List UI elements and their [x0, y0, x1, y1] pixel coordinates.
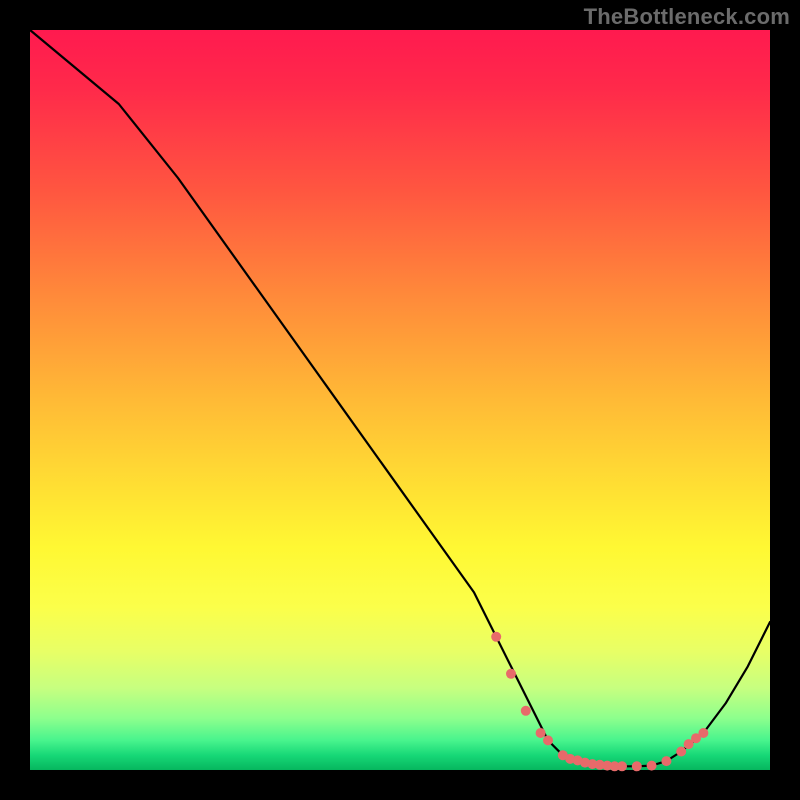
marker-dot [491, 632, 501, 642]
plot-area [30, 30, 770, 770]
marker-dot [521, 706, 531, 716]
marker-dot [676, 747, 686, 757]
marker-dot [632, 761, 642, 771]
marker-dot [543, 735, 553, 745]
marker-dot [536, 728, 546, 738]
curve-markers [491, 632, 708, 772]
marker-dot [661, 756, 671, 766]
marker-dot [506, 669, 516, 679]
marker-dot [617, 761, 627, 771]
marker-dot [698, 728, 708, 738]
bottleneck-curve [30, 30, 770, 766]
marker-dot [647, 761, 657, 771]
plot-svg [30, 30, 770, 770]
watermark-text: TheBottleneck.com [584, 4, 790, 30]
chart-frame: TheBottleneck.com [0, 0, 800, 800]
